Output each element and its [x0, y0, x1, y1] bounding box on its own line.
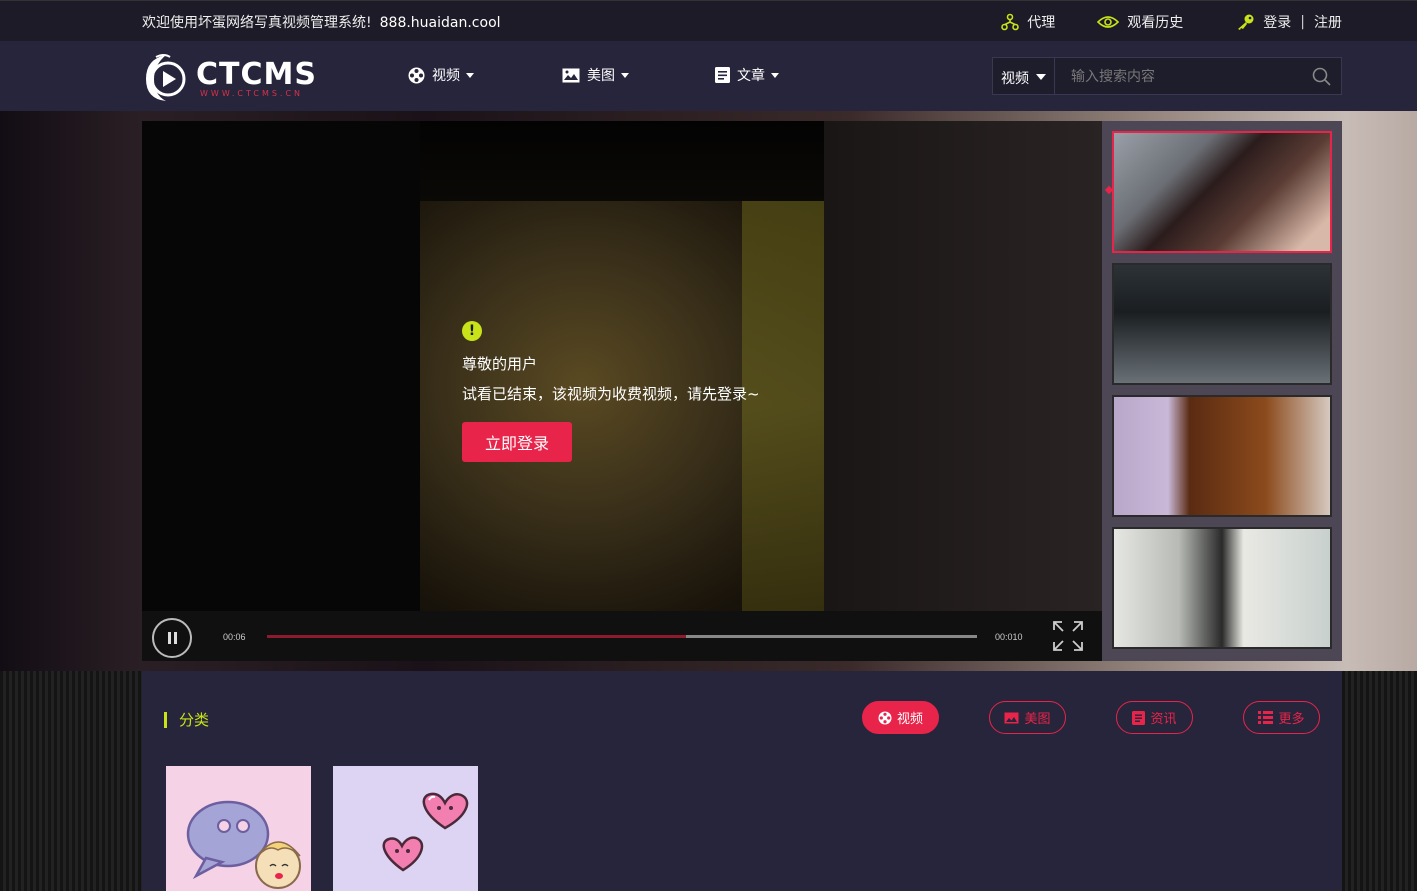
chevron-down-icon	[621, 72, 629, 78]
nav-video[interactable]: 视频	[408, 65, 474, 85]
search-input[interactable]	[1057, 58, 1297, 94]
hero-area: ! 尊敬的用户 试看已结束，该视频为收费视频，请先登录~ 立即登录 00:06 …	[0, 111, 1417, 671]
tab-video[interactable]: 视频	[862, 701, 939, 734]
hearts-illustration	[382, 792, 469, 872]
tab-images-label: 美图	[1024, 712, 1051, 727]
login-link[interactable]: 登录	[1263, 12, 1291, 32]
tab-video-label: 视频	[896, 712, 923, 727]
agent-link[interactable]: 代理	[1001, 12, 1055, 32]
video-player[interactable]: ! 尊敬的用户 试看已结束，该视频为收费视频，请先登录~ 立即登录 00:06 …	[142, 121, 1102, 661]
sitemap-icon	[1001, 13, 1020, 31]
register-link[interactable]: 注册	[1314, 12, 1342, 32]
logo-text: CTCMS	[196, 57, 317, 92]
nav-articles-label: 文章	[737, 68, 765, 84]
top-links: 代理 观看历史 登录 | 注册	[959, 12, 1342, 32]
alert-icon: !	[462, 321, 482, 341]
top-bar: 欢迎使用坏蛋网络写真视频管理系统! 888.huaidan.cool 代理 观看历…	[0, 0, 1417, 41]
film-reel-icon	[878, 711, 892, 724]
tab-news-label: 资讯	[1150, 712, 1177, 727]
progress-fill	[267, 635, 686, 638]
list-icon	[1258, 711, 1274, 724]
login-now-button[interactable]: 立即登录	[462, 422, 572, 462]
thumbnail-1[interactable]	[1112, 131, 1332, 253]
video-frame-right	[824, 121, 1102, 611]
category-section: 分类 视频 美图 资讯 更多	[142, 671, 1342, 891]
history-link[interactable]: 观看历史	[1097, 12, 1183, 32]
logo-mark-icon	[146, 54, 186, 101]
decorative-stripes-right	[1342, 671, 1417, 891]
search-category-label: 视频	[1001, 71, 1029, 87]
paywall-overlay: ! 尊敬的用户 试看已结束，该视频为收费视频，请先登录~ 立即登录	[462, 321, 760, 462]
video-frame-top	[420, 121, 824, 201]
nav-articles[interactable]: 文章	[715, 65, 779, 85]
category-card-chat[interactable]	[166, 766, 311, 891]
tab-more-label: 更多	[1278, 712, 1305, 727]
search-box: 视频	[992, 57, 1342, 95]
site-logo[interactable]: CTCMS WWW.CTCMS.CN	[142, 51, 316, 103]
thumbnail-2[interactable]	[1112, 263, 1332, 385]
chat-bubble-illustration	[186, 800, 301, 889]
current-time: 00:06	[223, 632, 246, 642]
category-tabs: 视频 美图 资讯 更多	[812, 701, 1320, 734]
key-icon	[1238, 14, 1254, 30]
search-category-select[interactable]: 视频	[993, 58, 1055, 94]
chevron-down-icon	[1036, 74, 1046, 80]
nav-images-label: 美图	[587, 68, 615, 84]
nav-images[interactable]: 美图	[562, 65, 629, 85]
tab-images[interactable]: 美图	[989, 701, 1066, 734]
thumbnail-3[interactable]	[1112, 395, 1332, 517]
film-reel-icon	[408, 67, 425, 83]
section-heading: 分类	[164, 709, 209, 730]
nav-video-label: 视频	[432, 68, 460, 84]
agent-label: 代理	[1027, 15, 1056, 31]
tab-news[interactable]: 资讯	[1116, 701, 1193, 734]
chevron-down-icon	[771, 72, 779, 78]
document-icon	[715, 67, 730, 83]
search-icon[interactable]	[1312, 67, 1331, 86]
history-label: 观看历史	[1127, 15, 1184, 31]
thumbnail-4[interactable]	[1112, 527, 1332, 649]
site-domain: 888.huaidan.cool	[379, 15, 501, 31]
link-separator: |	[1300, 14, 1305, 30]
tab-more[interactable]: 更多	[1243, 701, 1320, 734]
heading-accent-bar	[164, 711, 167, 728]
document-icon	[1132, 710, 1146, 725]
logo-subtext: WWW.CTCMS.CN	[200, 89, 304, 98]
section-title: 分类	[179, 711, 210, 729]
paywall-title: 尊敬的用户	[462, 355, 538, 373]
login-register-links: 登录 | 注册	[1235, 12, 1342, 32]
welcome-message: 欢迎使用坏蛋网络写真视频管理系统!	[142, 15, 372, 31]
eye-icon	[1097, 16, 1120, 28]
pause-button[interactable]	[152, 618, 192, 658]
playlist-thumbnails	[1102, 121, 1342, 661]
progress-bar[interactable]	[267, 635, 977, 638]
fullscreen-icon[interactable]	[1052, 620, 1084, 652]
image-icon	[1004, 712, 1019, 723]
image-icon	[562, 68, 580, 82]
player-controls: 00:06 00:010	[142, 611, 1102, 661]
decorative-stripes-left	[0, 671, 142, 891]
chevron-down-icon	[466, 72, 474, 78]
welcome-text: 欢迎使用坏蛋网络写真视频管理系统! 888.huaidan.cool	[142, 12, 501, 32]
total-time: 00:010	[995, 632, 1023, 642]
video-frame-left	[142, 121, 420, 611]
paywall-message: 试看已结束，该视频为收费视频，请先登录~	[462, 385, 760, 403]
category-card-hearts[interactable]	[333, 766, 478, 891]
main-header: CTCMS WWW.CTCMS.CN 视频 美图 文章 视频 输入搜索内容	[0, 41, 1417, 111]
